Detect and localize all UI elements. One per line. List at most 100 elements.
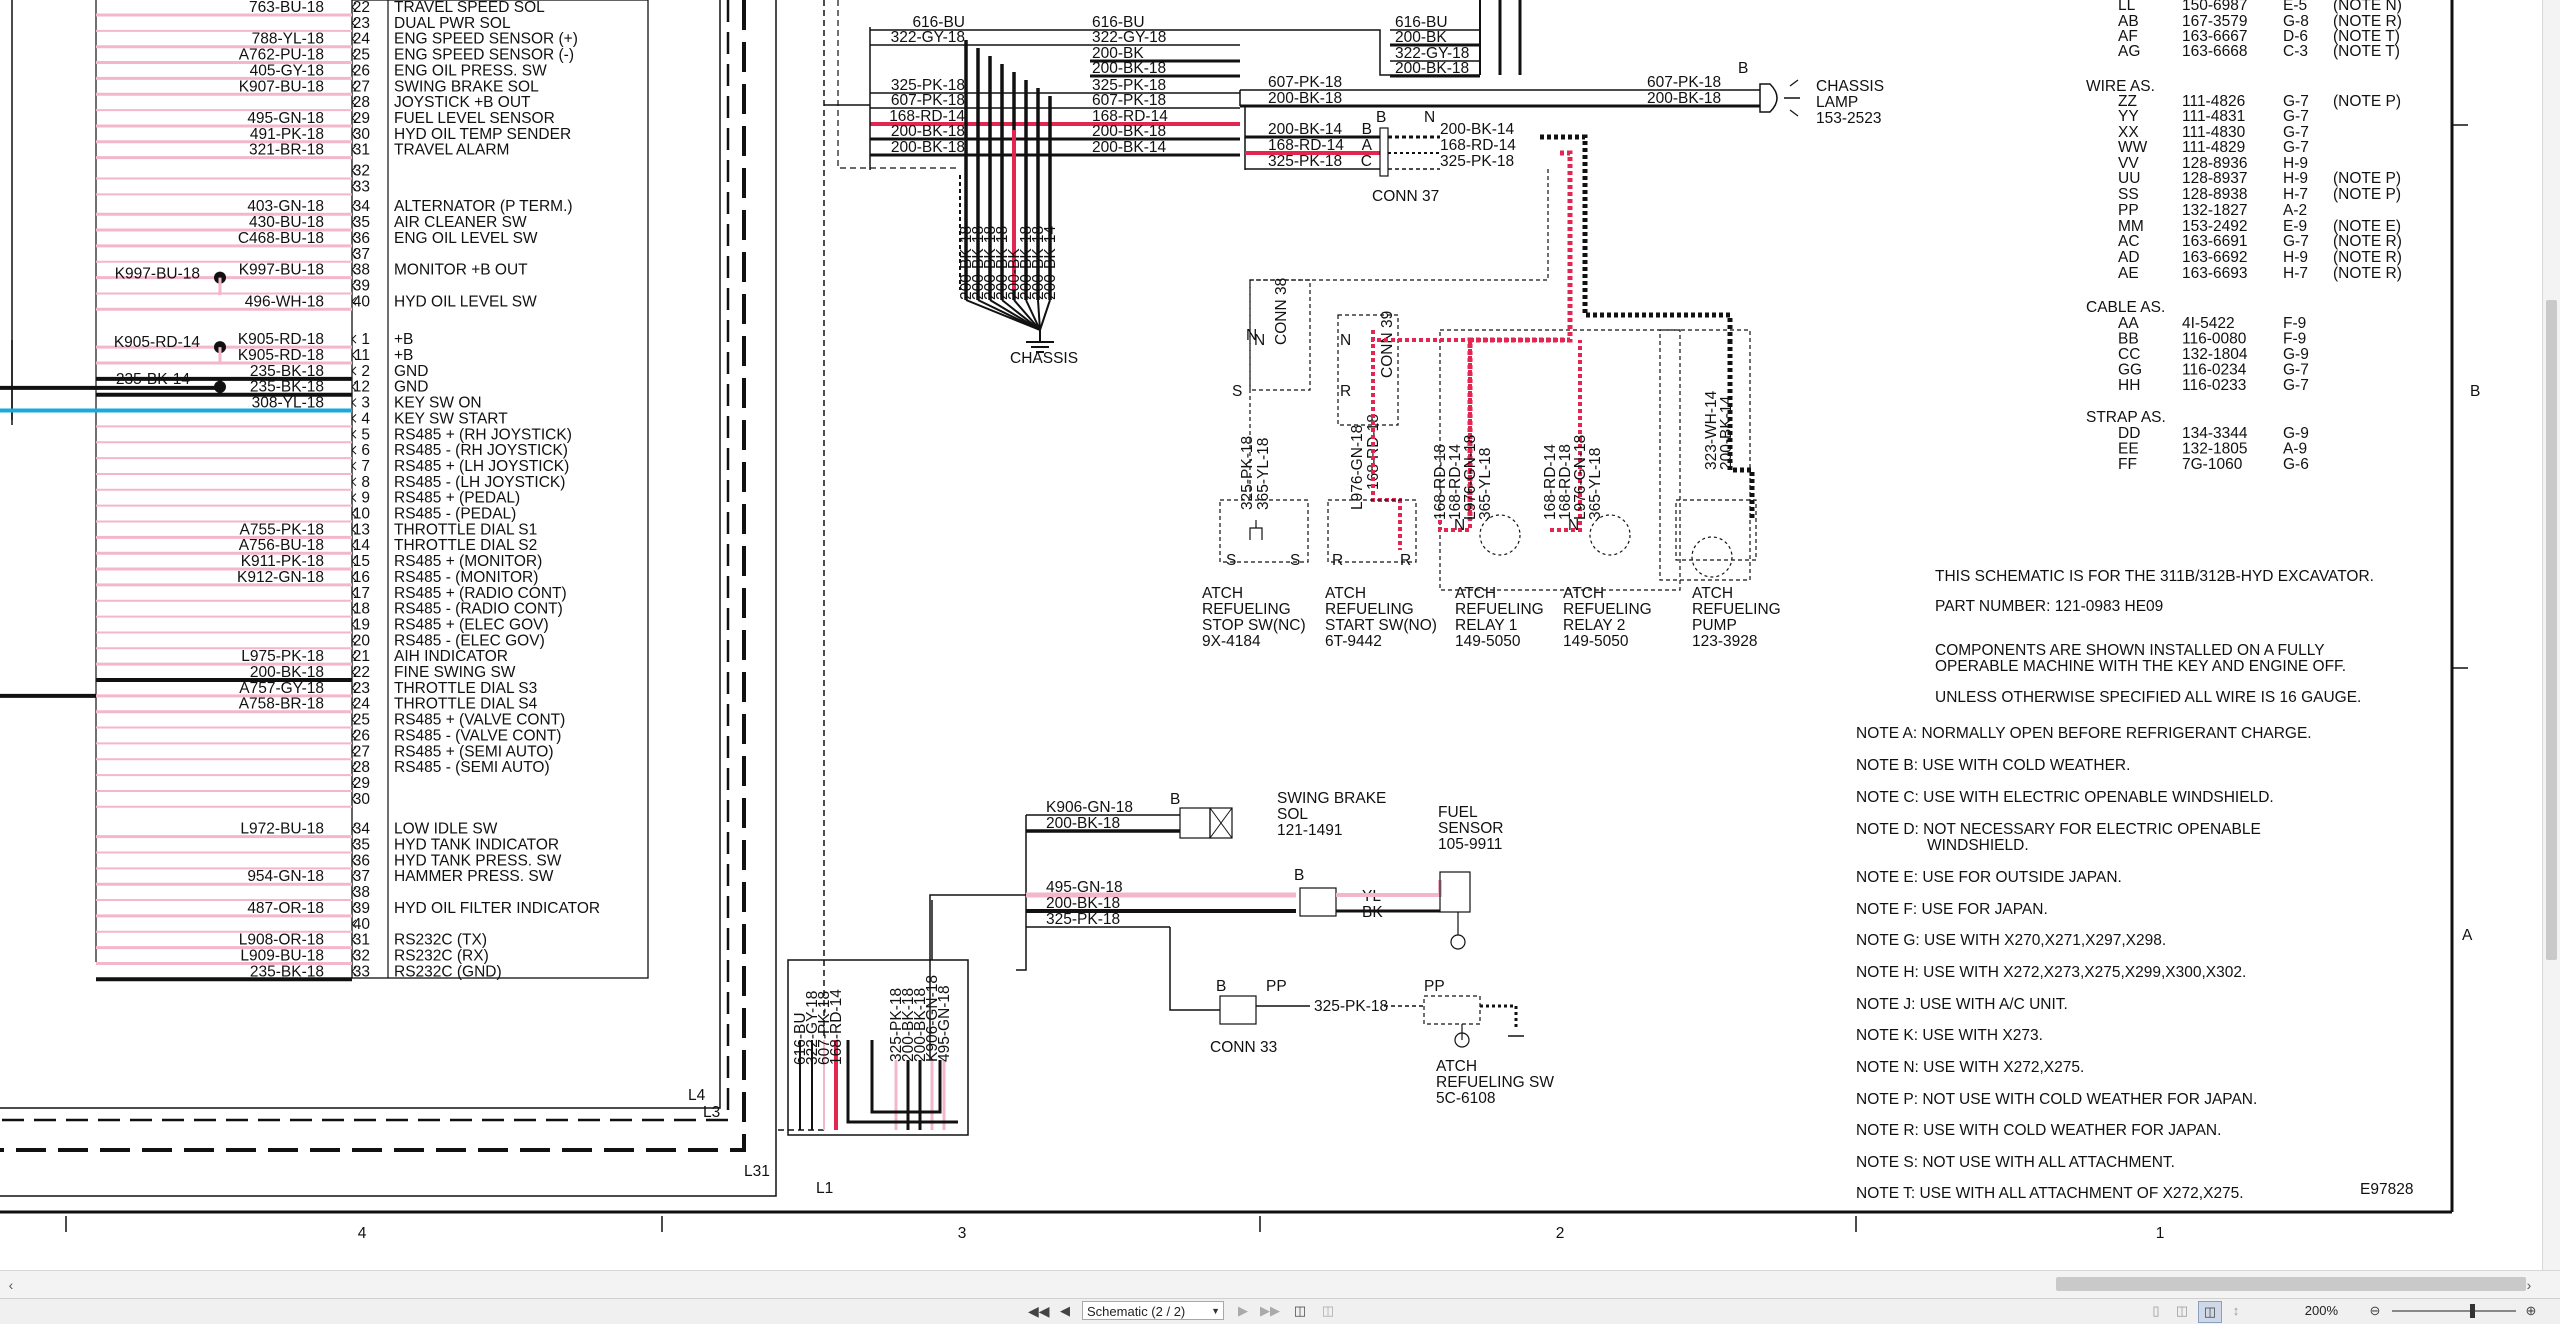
horizontal-scroll-thumb[interactable] — [2056, 1277, 2526, 1291]
pin-letter: R — [1332, 552, 1343, 569]
pin-number: 25 — [353, 712, 370, 729]
list-grid: H-7 — [2283, 186, 2308, 203]
pin-letter: A — [1362, 137, 1373, 154]
first-page-icon[interactable]: ◀◀ — [1028, 1301, 1050, 1321]
wire-label: K912-GN-18 — [237, 569, 324, 586]
wire-label: K905-RD-14 — [114, 334, 201, 351]
pin-letter: PP — [1266, 978, 1287, 995]
two-page-icon[interactable]: ◫ — [2172, 1301, 2192, 1321]
list-code: AC — [2118, 233, 2140, 250]
pin-letter: B — [1294, 867, 1304, 884]
relay1-coil — [1479, 514, 1521, 556]
wire-label: 200-BK-18 — [1092, 60, 1166, 77]
zone-number: 4 — [358, 1225, 367, 1242]
scroll-left-icon[interactable]: ‹ — [2, 1275, 20, 1295]
pin-function: HAMMER PRESS. SW — [394, 868, 554, 885]
wire-label: 321-BR-18 — [249, 142, 324, 159]
vertical-scroll-thumb[interactable] — [2546, 300, 2557, 960]
fit-page-icon[interactable]: ◫ — [1290, 1301, 1310, 1321]
pin-function: RS485 - (ELEC GOV) — [394, 632, 545, 649]
continuous-icon[interactable]: ◫ — [2198, 1301, 2222, 1323]
fit-width-icon[interactable]: ◫ — [1318, 1301, 1338, 1321]
wire-label: 325-PK-18 — [1239, 436, 1256, 510]
list-part: 163-6692 — [2182, 249, 2248, 266]
list-part: 116-0233 — [2182, 377, 2246, 394]
component-name: FUEL — [1438, 804, 1478, 821]
pin-number: 38 — [353, 884, 370, 901]
list-part: 132-1827 — [2182, 202, 2248, 219]
info-text: OPERABLE MACHINE WITH THE KEY AND ENGINE… — [1935, 658, 2346, 675]
lamp-icon — [1759, 83, 1778, 113]
zoom-out-icon[interactable]: ⊖ — [2366, 1301, 2384, 1321]
list-code: FF — [2118, 456, 2137, 473]
pin-function: GND — [394, 379, 428, 396]
wire-label: K907-BU-18 — [239, 78, 324, 95]
wire-label: A762-PU-18 — [239, 47, 324, 64]
pin-letter: R — [1340, 383, 1351, 400]
component-name: CHASSIS — [1816, 78, 1884, 95]
pin-number: 24 — [353, 696, 371, 713]
horizontal-scrollbar[interactable]: ‹ › — [0, 1270, 2560, 1299]
next-page-icon[interactable]: ▶ — [1236, 1301, 1250, 1321]
pin-number: 26 — [353, 62, 370, 79]
pin-function: ENG SPEED SENSOR (-) — [394, 47, 574, 64]
pin-number: 25 — [353, 47, 370, 64]
list-part: 4I-5422 — [2182, 315, 2235, 332]
list-note: (NOTE P) — [2333, 186, 2401, 203]
list-note: (NOTE P) — [2333, 170, 2401, 187]
wire-yl — [1336, 880, 1442, 897]
note-text: NOTE P: NOT USE WITH COLD WEATHER FOR JA… — [1856, 1091, 2257, 1108]
zoom-slider[interactable] — [2392, 1310, 2516, 1312]
wire-label: 491-PK-18 — [250, 126, 324, 143]
pin-number: 1 — [361, 331, 370, 348]
component-name: SWING BRAKE — [1277, 790, 1386, 807]
scroll-right-icon[interactable]: › — [2520, 1275, 2538, 1295]
wire-label: 365-YL-18 — [1477, 448, 1494, 520]
component-name: START SW(NO) — [1325, 617, 1437, 634]
pin-function: ALTERNATOR (P TERM.) — [394, 198, 573, 215]
single-page-icon[interactable]: ▯ — [2146, 1301, 2166, 1321]
last-page-icon[interactable]: ▶▶ — [1260, 1301, 1280, 1321]
pin-letter: B — [1738, 60, 1748, 77]
wire-label: L909-BU-18 — [240, 947, 324, 964]
connector-label: CONN 39 — [1379, 311, 1396, 378]
prev-page-icon[interactable]: ◀ — [1058, 1301, 1072, 1321]
list-note: (NOTE R) — [2333, 265, 2402, 282]
zoom-slider-knob[interactable] — [2470, 1304, 2475, 1318]
list-part: 116-0080 — [2182, 331, 2247, 348]
list-part: 163-6693 — [2182, 265, 2248, 282]
pin-number: 28 — [353, 94, 370, 111]
zoom-in-icon[interactable]: ⊕ — [2522, 1301, 2540, 1321]
pin-letter: B — [1216, 978, 1226, 995]
page-select[interactable]: Schematic (2 / 2) ▼ — [1082, 1301, 1224, 1320]
component-part: 105-9911 — [1438, 836, 1502, 853]
horizontal-scroll-track[interactable] — [36, 1277, 2526, 1291]
pin-function: ENG OIL LEVEL SW — [394, 230, 538, 247]
rotate-icon[interactable]: ↕ — [2226, 1301, 2246, 1321]
pin-function: LOW IDLE SW — [394, 821, 498, 838]
list-grid: F-9 — [2283, 315, 2306, 332]
pin-function: RS485 + (RH JOYSTICK) — [394, 426, 572, 443]
list-code: BB — [2118, 331, 2139, 348]
wire-label: K997-BU-18 — [239, 262, 324, 279]
component-name: RELAY 2 — [1563, 617, 1625, 634]
pin-number: 23 — [353, 15, 370, 32]
fuel-float-icon — [1450, 934, 1466, 950]
component-name: LAMP — [1816, 94, 1858, 111]
note-text: NOTE B: USE WITH COLD WEATHER. — [1856, 757, 2130, 774]
pin-number: 31 — [353, 932, 370, 949]
vertical-scrollbar[interactable] — [2542, 0, 2560, 1270]
drawing-id: E97828 — [2360, 1181, 2413, 1198]
pin-letter: N — [1568, 517, 1579, 534]
wire-route — [1169, 927, 1220, 1011]
wire-label: 954-GN-18 — [247, 868, 324, 885]
component-name: ATCH — [1436, 1058, 1477, 1075]
wire-label: 235-BK-18 — [250, 379, 324, 396]
frame-label: L31 — [744, 1163, 770, 1180]
pin-number: 28 — [353, 759, 370, 776]
pin-function: TRAVEL ALARM — [394, 142, 509, 159]
wire-label: 325-PK-18 — [1440, 153, 1514, 170]
pin-number: 38 — [353, 262, 370, 279]
pin-function: RS232C (RX) — [394, 947, 489, 964]
note-text: NOTE D: NOT NECESSARY FOR ELECTRIC OPENA… — [1856, 821, 2261, 838]
